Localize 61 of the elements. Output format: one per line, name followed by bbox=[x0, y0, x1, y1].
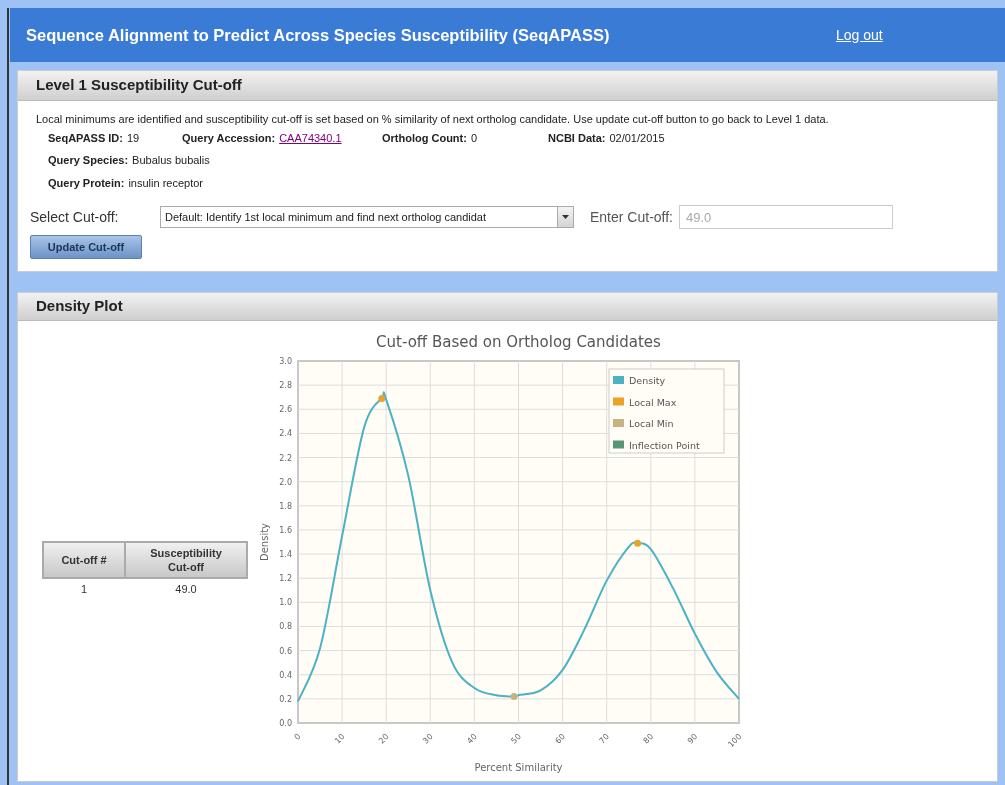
cutoff-label: Enter Cut-off: bbox=[590, 207, 673, 227]
y-tick-label: 2.2 bbox=[279, 453, 292, 463]
legend-label: Local Max bbox=[629, 396, 677, 408]
update-cutoff-button[interactable]: Update Cut-off bbox=[30, 235, 142, 259]
info-label: NCBI Data: bbox=[548, 130, 606, 146]
x-tick-label: 80 bbox=[641, 732, 656, 746]
x-tick-label: 0 bbox=[292, 732, 303, 742]
x-tick-label: 10 bbox=[332, 732, 347, 746]
x-tick-label: 20 bbox=[377, 732, 391, 746]
y-tick-label: 1.6 bbox=[279, 525, 292, 535]
logout-link[interactable]: Log out bbox=[836, 24, 883, 46]
info-value: insulin receptor bbox=[128, 175, 203, 191]
x-tick-label: 30 bbox=[421, 732, 435, 746]
y-tick-label: 0.8 bbox=[279, 622, 292, 632]
info-label: Query Accession: bbox=[182, 130, 276, 146]
y-tick-label: 0.6 bbox=[279, 646, 292, 656]
x-axis-label: Percent Similarity bbox=[474, 762, 563, 773]
info-label: SeqAPASS ID: bbox=[48, 130, 123, 146]
info-value: 0 bbox=[470, 130, 478, 146]
info-label: Query Protein: bbox=[48, 175, 125, 191]
select-label: Select Cut-off: bbox=[30, 207, 120, 227]
x-tick-label: 50 bbox=[509, 732, 523, 746]
chart-title: Cut-off Based on Ortholog Candidates bbox=[376, 333, 661, 351]
y-tick-label: 1.8 bbox=[279, 501, 292, 511]
column-header: Susceptibility Cut-off bbox=[125, 542, 247, 578]
legend-label: Inflection Point bbox=[629, 439, 700, 451]
y-tick-label: 1.2 bbox=[279, 574, 292, 584]
legend-label: Local Min bbox=[629, 418, 674, 429]
x-tick-label: 40 bbox=[465, 732, 479, 746]
legend-label: Density bbox=[629, 375, 666, 386]
y-tick-label: 2.6 bbox=[279, 405, 292, 415]
cutoff-select[interactable]: Default: Identify 1st local minimum and find next ortholog candidat bbox=[160, 206, 574, 228]
info-label: Ortholog Count: bbox=[382, 130, 467, 146]
cutoff-input[interactable]: 49.0 bbox=[679, 205, 893, 229]
info-value: 19 bbox=[127, 130, 140, 146]
panel-title: Density Plot bbox=[36, 296, 123, 317]
y-tick-label: 3.0 bbox=[279, 357, 292, 366]
y-tick-label: 2.0 bbox=[279, 477, 292, 487]
y-tick-label: 0.4 bbox=[279, 670, 292, 680]
y-tick-label: 2.8 bbox=[279, 381, 292, 391]
info-value: Bubalus bubalis bbox=[132, 153, 210, 168]
table-cell: 49.0 bbox=[125, 578, 247, 600]
y-tick-label: 0.2 bbox=[279, 694, 292, 704]
y-tick-label: 2.4 bbox=[279, 429, 292, 439]
y-tick-label: 1.4 bbox=[279, 550, 292, 560]
column-header: Cut-off # bbox=[43, 542, 125, 578]
y-axis-label: Density bbox=[259, 523, 270, 561]
x-tick-label: 70 bbox=[597, 732, 612, 746]
info-value: 02/01/2015 bbox=[609, 130, 665, 146]
description-text: Local minimums are identified and susceptibility cut-off is set based on % similarity of next ortholog candidate. Use update cut-off button to go back to Level 1 data. bbox=[36, 112, 830, 127]
app-title: Sequence Alignment to Predict Across Species Susceptibility (SeqAPASS) bbox=[26, 24, 611, 46]
dropdown-caret-icon bbox=[557, 207, 573, 227]
x-tick-label: 100 bbox=[726, 732, 744, 750]
x-tick-label: 60 bbox=[553, 732, 567, 746]
table-cell: 1 bbox=[43, 578, 125, 600]
y-tick-label: 1.0 bbox=[279, 598, 292, 608]
accession-link[interactable]: CAA74340.1 bbox=[279, 129, 342, 146]
x-tick-label: 90 bbox=[685, 732, 700, 746]
y-tick-label: 0.0 bbox=[279, 719, 292, 728]
info-label: Query Species: bbox=[48, 153, 129, 168]
panel-title: Level 1 Susceptibility Cut-off bbox=[36, 75, 242, 96]
